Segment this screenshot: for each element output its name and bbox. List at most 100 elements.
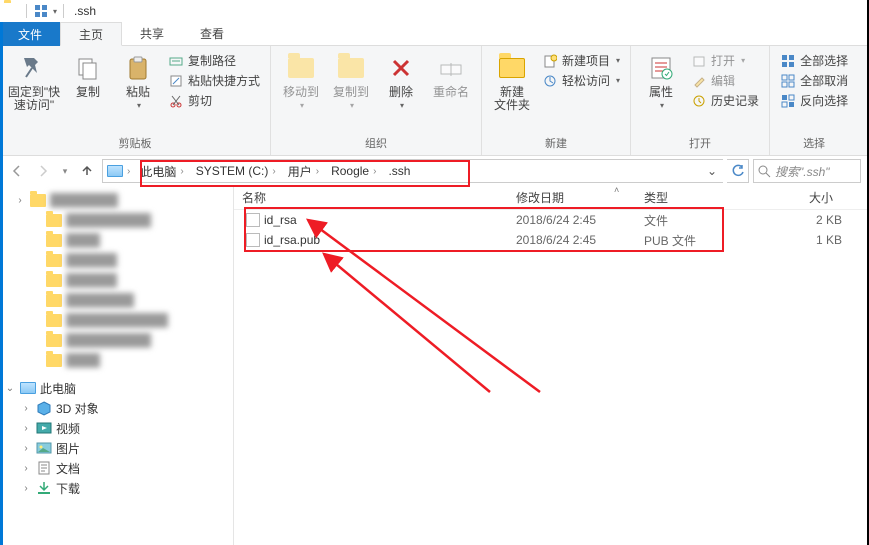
delete-button[interactable]: 删除▾ (377, 50, 425, 110)
copy-to-button[interactable]: 复制到▾ (327, 50, 375, 110)
tab-home[interactable]: 主页 (60, 22, 122, 46)
invert-selection-button[interactable]: 反向选择 (780, 92, 848, 109)
edit-button[interactable]: 编辑 (691, 72, 759, 89)
tab-view[interactable]: 查看 (182, 22, 242, 46)
move-to-button[interactable]: 移动到▾ (277, 50, 325, 110)
group-new: 新建 文件夹 新建项目▾ 轻松访问▾ 新建 (482, 46, 631, 155)
address-bar[interactable]: › 此电脑› SYSTEM (C:)› 用户› Roogle› .ssh ⌄ (102, 159, 723, 183)
up-button[interactable] (76, 160, 98, 182)
tree-item[interactable]: ██████ (30, 270, 233, 290)
tree-item[interactable]: ██████ (30, 250, 233, 270)
group-label-open: 打开 (631, 133, 769, 155)
new-item-button[interactable]: 新建项目▾ (542, 52, 620, 69)
file-icon (246, 213, 260, 227)
tree-item[interactable]: ›████████ (14, 190, 233, 210)
column-size[interactable]: 大小 (762, 186, 842, 209)
file-list[interactable]: ˄ 名称 修改日期 类型 大小 id_rsa 2018/6/24 2:45 文件… (234, 186, 867, 545)
paste-shortcut-button[interactable]: 粘贴快捷方式 (168, 72, 260, 89)
chevron-down-icon: ▾ (137, 101, 141, 110)
forward-button[interactable] (32, 160, 54, 182)
tree-item[interactable]: ████ (30, 230, 233, 250)
cut-icon (168, 93, 184, 109)
tab-file[interactable]: 文件 (0, 22, 60, 46)
crumb-0[interactable]: 此电脑› (134, 160, 189, 182)
easy-access-icon (542, 73, 558, 89)
file-row[interactable]: id_rsa 2018/6/24 2:45 文件 2 KB (234, 210, 867, 230)
easy-access-button[interactable]: 轻松访问▾ (542, 72, 620, 89)
copy-icon (72, 52, 104, 84)
file-row[interactable]: id_rsa.pub 2018/6/24 2:45 PUB 文件 1 KB (234, 230, 867, 250)
ribbon: 固定到"快 速访问" 复制 粘贴 ▾ 复制路径 粘贴快捷方式 剪切 剪贴板 (0, 46, 867, 156)
new-folder-button[interactable]: 新建 文件夹 (488, 50, 536, 112)
rename-button[interactable]: 重命名 (427, 50, 475, 99)
pin-icon (18, 52, 50, 84)
group-label-select: 选择 (770, 133, 858, 155)
crumb-4[interactable]: .ssh (382, 160, 416, 182)
crumb-3[interactable]: Roogle› (325, 160, 382, 182)
group-open: 属性▾ 打开▾ 编辑 历史记录 打开 (631, 46, 770, 155)
select-all-button[interactable]: 全部选择 (780, 52, 848, 69)
tree-pictures[interactable]: ›图片 (20, 438, 233, 458)
edit-icon (691, 73, 707, 89)
tree-item[interactable]: ████████████ (30, 310, 233, 330)
tree-downloads[interactable]: ›下载 (20, 478, 233, 498)
tree-documents[interactable]: ›文档 (20, 458, 233, 478)
tree-this-pc[interactable]: ⌄此电脑 (4, 378, 233, 398)
column-name[interactable]: 名称 (234, 186, 508, 209)
history-button[interactable]: 历史记录 (691, 92, 759, 109)
select-none-button[interactable]: 全部取消 (780, 72, 848, 89)
crumb-2[interactable]: 用户› (282, 160, 325, 182)
select-all-icon (780, 53, 796, 69)
copy-path-icon (168, 53, 184, 69)
recent-dropdown[interactable]: ▾ (58, 160, 72, 182)
address-dropdown-icon[interactable]: ⌄ (703, 164, 721, 178)
group-label-new: 新建 (482, 133, 630, 155)
tree-3d-objects[interactable]: ›3D 对象 (20, 398, 233, 418)
group-clipboard: 固定到"快 速访问" 复制 粘贴 ▾ 复制路径 粘贴快捷方式 剪切 剪贴板 (0, 46, 271, 155)
refresh-button[interactable] (727, 159, 749, 183)
rename-icon (435, 52, 467, 84)
group-select: 全部选择 全部取消 反向选择 选择 (770, 46, 858, 155)
title-bar: ▾ .ssh (0, 0, 867, 22)
navigation-pane[interactable]: ›████████ ██████████ ████ ██████ ██████ … (0, 186, 234, 545)
tree-item[interactable]: ████████ (30, 290, 233, 310)
delete-icon (385, 52, 417, 84)
open-button[interactable]: 打开▾ (691, 52, 759, 69)
copy-button[interactable]: 复制 (64, 50, 112, 99)
sort-indicator-icon: ˄ (614, 185, 619, 195)
cut-button[interactable]: 剪切 (168, 92, 260, 109)
paste-button[interactable]: 粘贴 ▾ (114, 50, 162, 110)
crumb-root[interactable]: › (103, 160, 134, 182)
search-icon (758, 165, 771, 178)
properties-icon (645, 52, 677, 84)
tree-item[interactable]: ██████████ (30, 210, 233, 230)
quick-access-icon[interactable] (33, 3, 49, 19)
tree-videos[interactable]: ›视频 (20, 418, 233, 438)
address-row: ▾ › 此电脑› SYSTEM (C:)› 用户› Roogle› .ssh ⌄… (0, 156, 867, 186)
objects3d-icon (36, 400, 52, 416)
search-input[interactable]: 搜索".ssh" (753, 159, 861, 183)
window-title: .ssh (74, 4, 96, 18)
pin-to-quick-access-button[interactable]: 固定到"快 速访问" (6, 50, 62, 112)
paste-shortcut-icon (168, 73, 184, 89)
list-header: 名称 修改日期 类型 大小 (234, 186, 867, 210)
pc-icon (107, 165, 123, 177)
tree-item[interactable]: ██████████ (30, 330, 233, 350)
folder-icon (4, 3, 20, 19)
downloads-icon (36, 480, 52, 496)
group-organize: 移动到▾ 复制到▾ 删除▾ 重命名 组织 (271, 46, 482, 155)
column-type[interactable]: 类型 (636, 186, 762, 209)
quick-access-dropdown-icon[interactable]: ▾ (53, 7, 57, 16)
open-icon (691, 53, 707, 69)
documents-icon (36, 460, 52, 476)
crumb-1[interactable]: SYSTEM (C:)› (190, 160, 282, 182)
copy-path-button[interactable]: 复制路径 (168, 52, 260, 69)
paste-icon (122, 52, 154, 84)
tab-share[interactable]: 共享 (122, 22, 182, 46)
properties-button[interactable]: 属性▾ (637, 50, 685, 110)
new-folder-icon (496, 52, 528, 84)
ribbon-tabs: 文件 主页 共享 查看 (0, 22, 867, 46)
back-button[interactable] (6, 160, 28, 182)
group-label-clipboard: 剪贴板 (0, 133, 270, 155)
tree-item[interactable]: ████ (30, 350, 233, 370)
